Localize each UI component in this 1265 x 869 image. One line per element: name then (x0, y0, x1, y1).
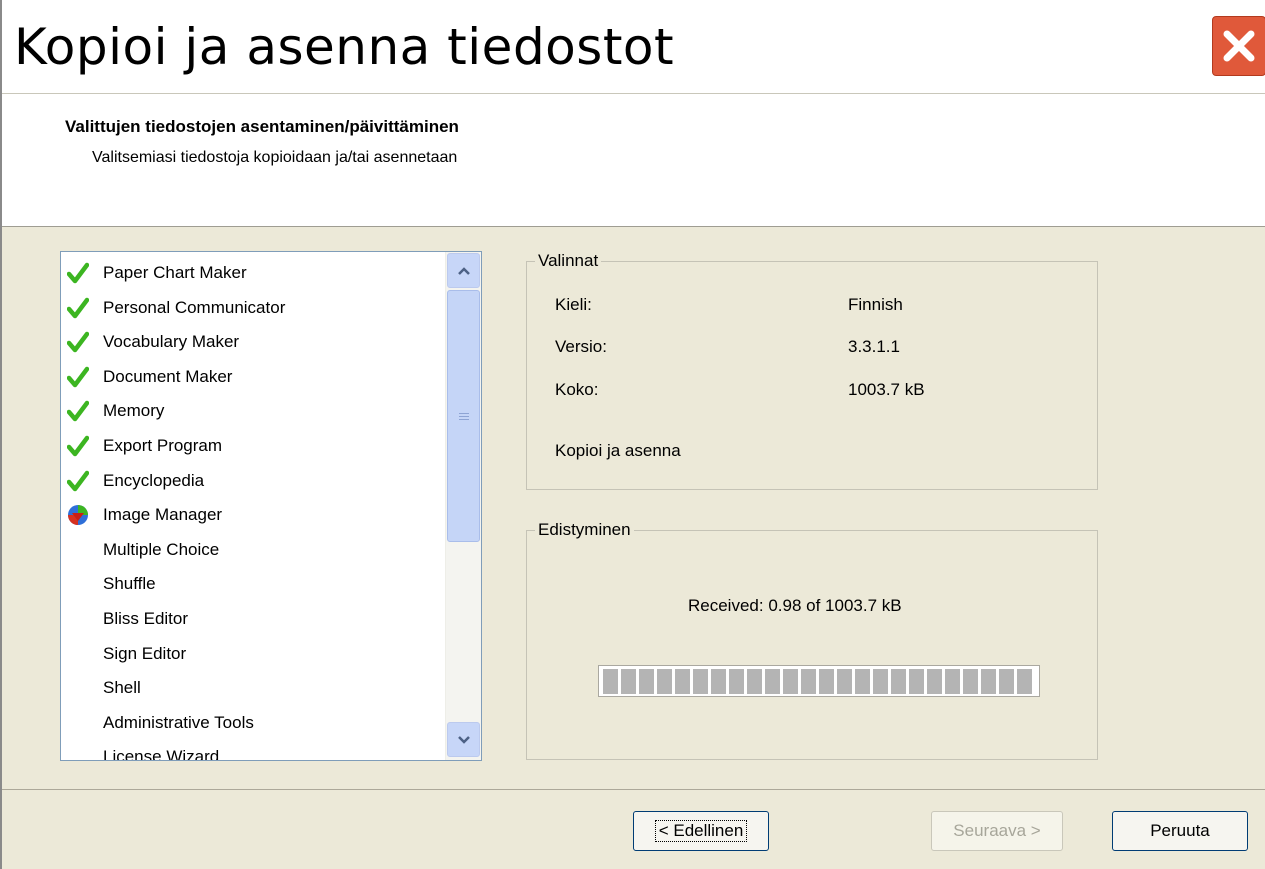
progress-segment (747, 669, 762, 694)
check-icon (67, 366, 89, 388)
list-item-label: Paper Chart Maker (103, 263, 247, 282)
program-list-items: Paper Chart Maker Personal Communicator Vo… (61, 252, 445, 760)
close-icon (1223, 30, 1255, 62)
list-item[interactable]: Multiple Choice (61, 535, 445, 565)
step-header: Valittujen tiedostojen asentaminen/päivi… (2, 94, 1265, 227)
check-icon (67, 297, 89, 318)
progress-segment (603, 669, 618, 694)
list-item[interactable]: Memory (61, 396, 445, 426)
selections-legend: Valinnat (535, 251, 602, 271)
program-list[interactable]: Paper Chart Maker Personal Communicator Vo… (60, 251, 482, 761)
version-label: Versio: (555, 337, 607, 356)
installing-globe-icon (68, 505, 88, 526)
list-item[interactable]: Export Program (61, 431, 445, 461)
list-item[interactable]: License Wizard (61, 742, 445, 760)
list-item[interactable]: Image Manager (61, 500, 445, 530)
installer-window: Kopioi ja asenna tiedostot Valittujen ti… (0, 0, 1265, 869)
chevron-down-icon (457, 735, 470, 744)
size-label: Koko: (555, 380, 599, 399)
list-item[interactable]: Vocabulary Maker (61, 327, 445, 357)
check-icon (67, 331, 89, 353)
progress-segment (801, 669, 816, 694)
progress-segment (639, 669, 654, 694)
action-text: Kopioi ja asenna (555, 441, 681, 460)
progress-segment (855, 669, 870, 694)
chevron-up-icon (457, 266, 470, 275)
progress-segment (963, 669, 978, 694)
list-item-label: Image Manager (103, 505, 223, 525)
progress-segment (693, 669, 708, 694)
progress-legend: Edistyminen (535, 520, 634, 540)
scroll-down-button[interactable] (447, 722, 480, 757)
progress-segment (657, 669, 672, 694)
list-item[interactable]: Encyclopedia (61, 466, 445, 496)
window-title: Kopioi ja asenna tiedostot (14, 18, 675, 76)
list-item-label: Personal Communicator (103, 297, 286, 317)
cancel-button[interactable]: Peruuta (1112, 811, 1248, 851)
list-item-label: Multiple Choice (103, 539, 220, 559)
list-item[interactable]: Shell (61, 673, 445, 703)
progress-segment (675, 669, 690, 694)
list-item[interactable]: Sign Editor (61, 639, 445, 669)
list-item-label: Export Program (103, 436, 223, 455)
progress-segment (837, 669, 852, 694)
version-value: 3.3.1.1 (848, 337, 900, 356)
list-item[interactable]: Paper Chart Maker (61, 258, 445, 288)
list-item-label: Sign Editor (103, 643, 187, 663)
list-item-label: Memory (103, 401, 165, 421)
list-item[interactable]: Administrative Tools (61, 708, 445, 738)
footer-divider (2, 789, 1265, 790)
grip-icon (459, 413, 469, 421)
progress-segment (765, 669, 780, 694)
list-item-label: Bliss Editor (103, 609, 189, 628)
progress-segment (819, 669, 834, 694)
check-icon (67, 262, 89, 284)
list-item[interactable]: Document Maker (61, 362, 445, 392)
step-subtitle: Valitsemiasi tiedostoja kopioidaan ja/ta… (92, 149, 458, 166)
list-item[interactable]: Bliss Editor (61, 604, 445, 634)
progress-segment (729, 669, 744, 694)
list-item-label: Shuffle (103, 574, 156, 594)
progress-segment (711, 669, 726, 694)
list-item-label: Document Maker (103, 366, 233, 386)
list-item-label: Shell (103, 678, 141, 698)
progress-segment (783, 669, 798, 694)
check-icon (67, 470, 89, 491)
list-item-label: License Wizard (103, 747, 220, 760)
check-icon (67, 435, 89, 457)
language-label: Kieli: (555, 295, 592, 314)
progress-segment (909, 669, 924, 694)
progress-segment (891, 669, 906, 694)
vertical-scrollbar[interactable] (445, 252, 481, 760)
progress-segment (945, 669, 960, 694)
back-button[interactable]: < Edellinen (633, 811, 769, 851)
list-item-label: Vocabulary Maker (103, 332, 240, 352)
list-item-label: Encyclopedia (103, 470, 205, 490)
progress-segment (873, 669, 888, 694)
progress-segment (1017, 669, 1032, 694)
scroll-thumb[interactable] (447, 290, 480, 542)
progress-segment (981, 669, 996, 694)
progress-segment (621, 669, 636, 694)
progress-bar (598, 665, 1040, 697)
step-title: Valittujen tiedostojen asentaminen/päivi… (65, 117, 459, 136)
scroll-up-button[interactable] (447, 253, 480, 288)
progress-status: Received: 0.98 of 1003.7 kB (688, 596, 902, 615)
progress-segment (927, 669, 942, 694)
progress-segment (999, 669, 1014, 694)
size-value: 1003.7 kB (848, 380, 925, 399)
language-value: Finnish (848, 295, 903, 314)
list-item-label: Administrative Tools (103, 712, 254, 732)
list-item[interactable]: Shuffle (61, 569, 445, 599)
next-button[interactable]: Seuraava > (931, 811, 1063, 851)
check-icon (67, 401, 89, 422)
list-item[interactable]: Personal Communicator (61, 293, 445, 323)
title-area: Kopioi ja asenna tiedostot (2, 0, 1265, 94)
progress-group: Edistyminen (526, 520, 1098, 760)
close-button[interactable] (1210, 14, 1265, 78)
